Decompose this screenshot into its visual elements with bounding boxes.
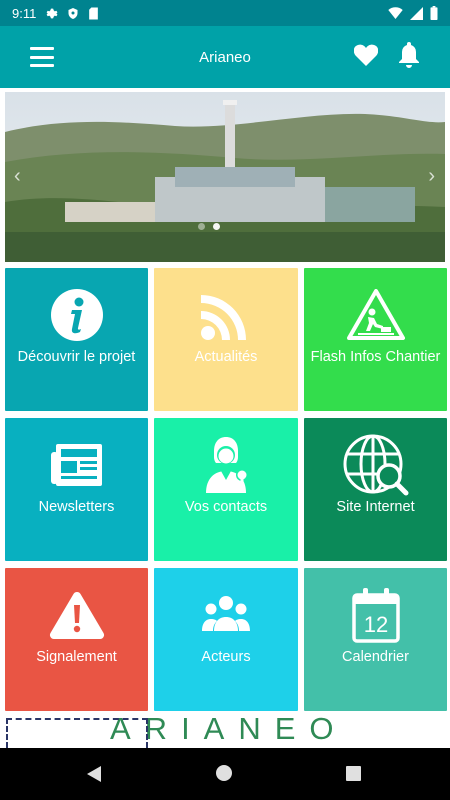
tile-label: Vos contacts	[184, 499, 268, 515]
back-icon[interactable]	[86, 765, 102, 783]
app-bar: Arianeo	[0, 26, 450, 88]
calendar-icon: 12	[304, 584, 447, 646]
bell-icon	[399, 42, 419, 68]
sd-card-icon	[89, 7, 99, 19]
favorites-button[interactable]	[353, 44, 380, 68]
globe-search-icon	[304, 434, 447, 496]
alert-triangle-icon	[5, 584, 148, 646]
recents-icon[interactable]	[346, 766, 361, 781]
tile-label: Découvrir le projet	[17, 349, 136, 365]
tile-decouvrir-projet[interactable]: Découvrir le projet	[5, 268, 148, 411]
tile-label: Signalement	[36, 649, 117, 665]
carousel-indicators	[198, 223, 220, 230]
tile-calendrier[interactable]: 12 Calendrier	[304, 568, 447, 711]
tile-signalement[interactable]: Signalement	[5, 568, 148, 711]
tile-label: Flash Infos Chantier	[310, 349, 441, 365]
tile-acteurs[interactable]: Acteurs	[154, 568, 298, 711]
app-title: Arianeo	[199, 49, 251, 66]
banner-carousel[interactable]: ‹ ›	[5, 92, 445, 262]
tile-label: Actualités	[194, 349, 258, 365]
carousel-next-button[interactable]: ›	[428, 165, 435, 188]
roadwork-warning-icon	[304, 284, 447, 346]
tile-label: Site Internet	[336, 499, 415, 515]
banner-image	[5, 92, 445, 262]
tile-site-internet[interactable]: Site Internet	[304, 418, 447, 561]
tile-label: Calendrier	[342, 649, 409, 665]
menu-grid: Découvrir le projet Actualités Flash Inf…	[5, 268, 447, 711]
signal-icon	[410, 6, 423, 20]
battery-icon	[430, 6, 438, 20]
carousel-dot[interactable]	[198, 223, 205, 230]
home-icon[interactable]	[216, 765, 232, 781]
tile-vos-contacts[interactable]: Vos contacts	[154, 418, 298, 561]
contact-person-icon	[154, 434, 298, 496]
settings-icon	[46, 8, 58, 18]
status-bar: 9:11	[0, 0, 450, 26]
carousel-dot-active[interactable]	[213, 223, 220, 230]
dashed-placeholder	[6, 718, 148, 748]
tile-actualites[interactable]: Actualités	[154, 268, 298, 411]
tile-label: Newsletters	[38, 499, 115, 515]
heart-icon	[353, 44, 379, 66]
shield-icon	[68, 7, 78, 19]
tile-flash-infos-chantier[interactable]: Flash Infos Chantier	[304, 268, 447, 411]
rss-icon	[154, 284, 298, 346]
tile-newsletters[interactable]: Newsletters	[5, 418, 148, 561]
tile-label: Acteurs	[201, 649, 251, 665]
group-icon	[154, 584, 298, 646]
calendar-day: 12	[363, 612, 387, 637]
notifications-button[interactable]	[398, 42, 422, 68]
newspaper-icon	[5, 434, 148, 496]
info-icon	[5, 284, 148, 346]
system-nav-bar	[0, 748, 450, 800]
status-time: 9:11	[12, 5, 37, 21]
carousel-prev-button[interactable]: ‹	[14, 165, 21, 188]
wifi-icon	[388, 7, 403, 19]
